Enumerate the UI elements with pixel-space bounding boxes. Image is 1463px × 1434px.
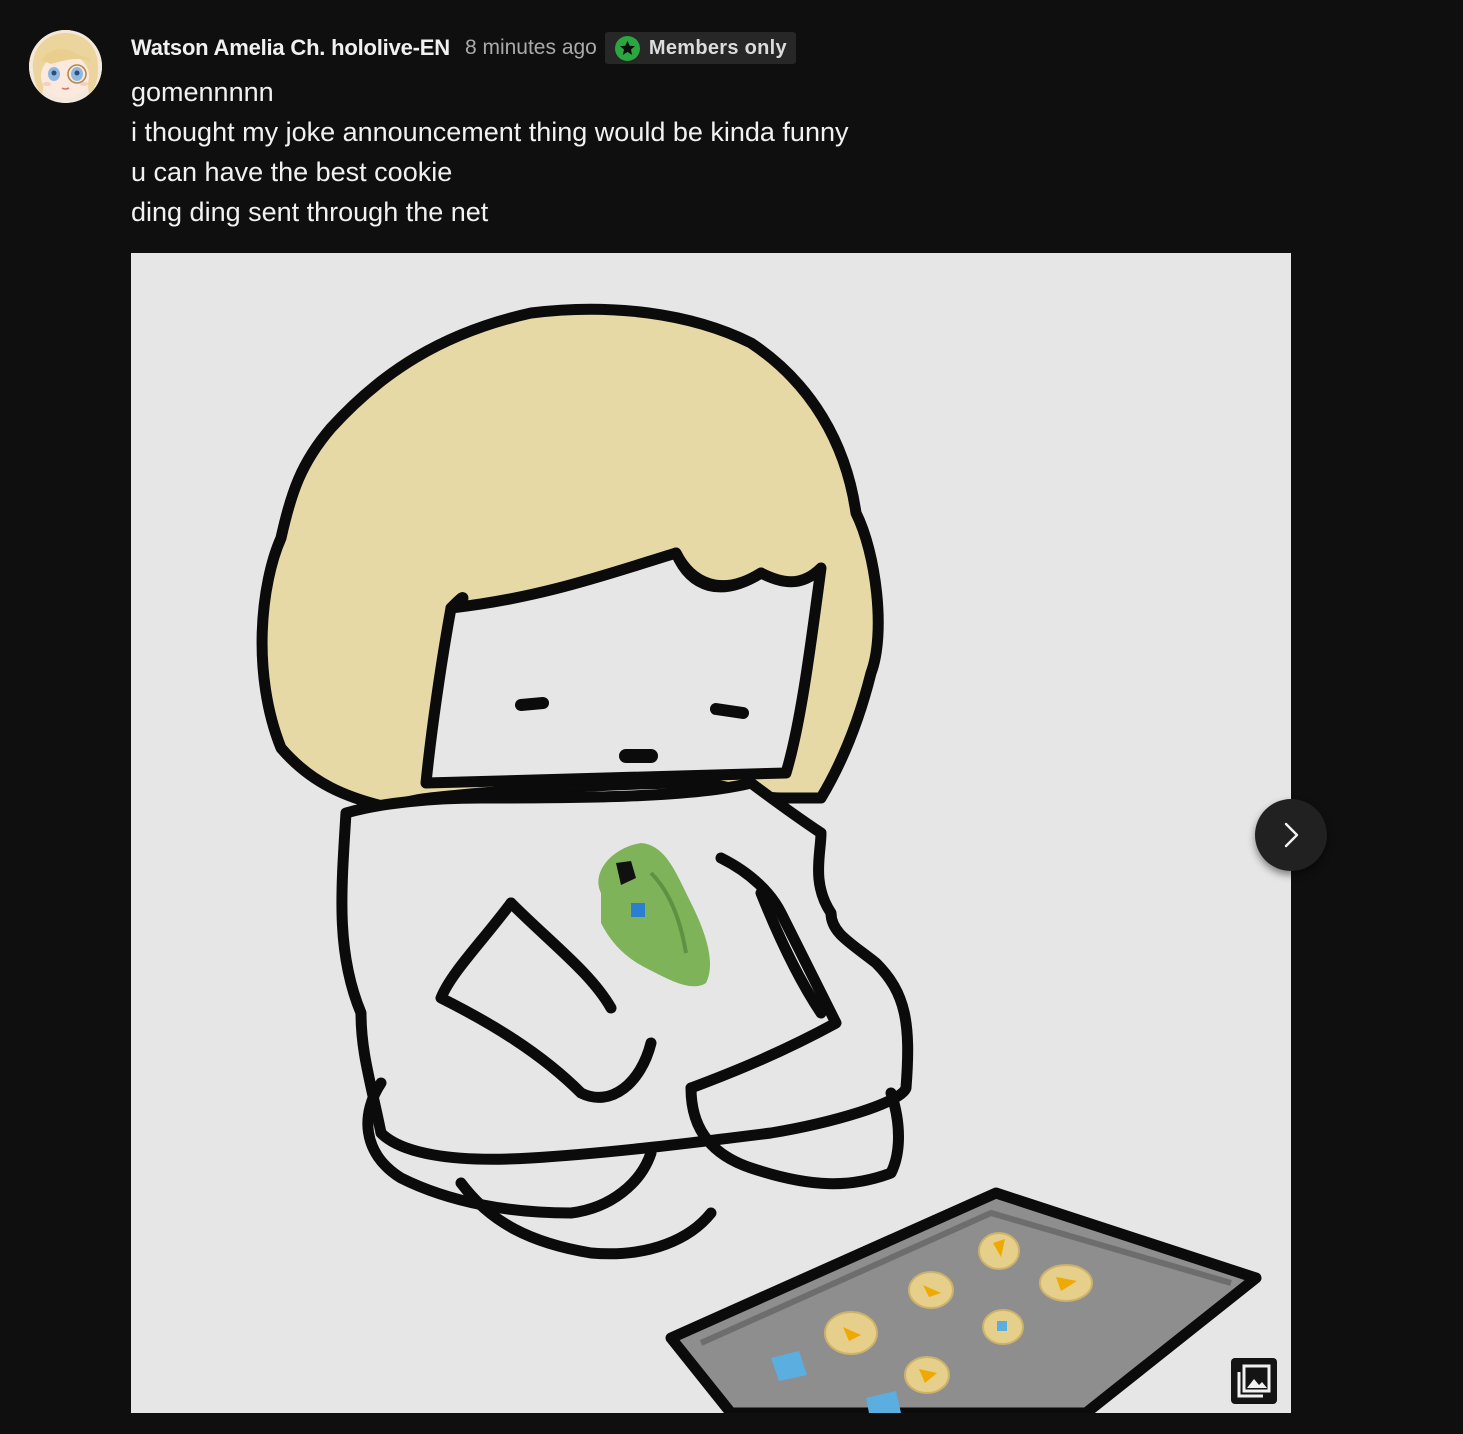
post-text-line: u can have the best cookie [131, 157, 453, 187]
author-name[interactable]: Watson Amelia Ch. hololive-EN [131, 35, 450, 61]
post-text-line: gomennnnn [131, 77, 274, 107]
post-image[interactable] [131, 253, 1291, 1413]
post-text-line: ding ding sent through the net [131, 197, 489, 227]
community-post: Watson Amelia Ch. hololive-EN 8 minutes … [0, 0, 1463, 1434]
next-image-button[interactable] [1255, 799, 1327, 871]
post-header: Watson Amelia Ch. hololive-EN 8 minutes … [131, 32, 796, 64]
star-badge-icon [614, 35, 640, 61]
badge-label: Members only [648, 36, 787, 59]
post-body: gomennnnn i thought my joke announcement… [131, 72, 848, 232]
gallery-icon[interactable] [1231, 1358, 1277, 1404]
members-only-badge: Members only [604, 32, 796, 64]
post-text-line: i thought my joke announcement thing wou… [131, 117, 849, 147]
post-timestamp[interactable]: 8 minutes ago [465, 36, 597, 60]
channel-avatar[interactable] [29, 30, 102, 103]
cookie-drawing-illustration [256, 303, 1262, 1413]
chevron-right-icon [1284, 822, 1299, 848]
